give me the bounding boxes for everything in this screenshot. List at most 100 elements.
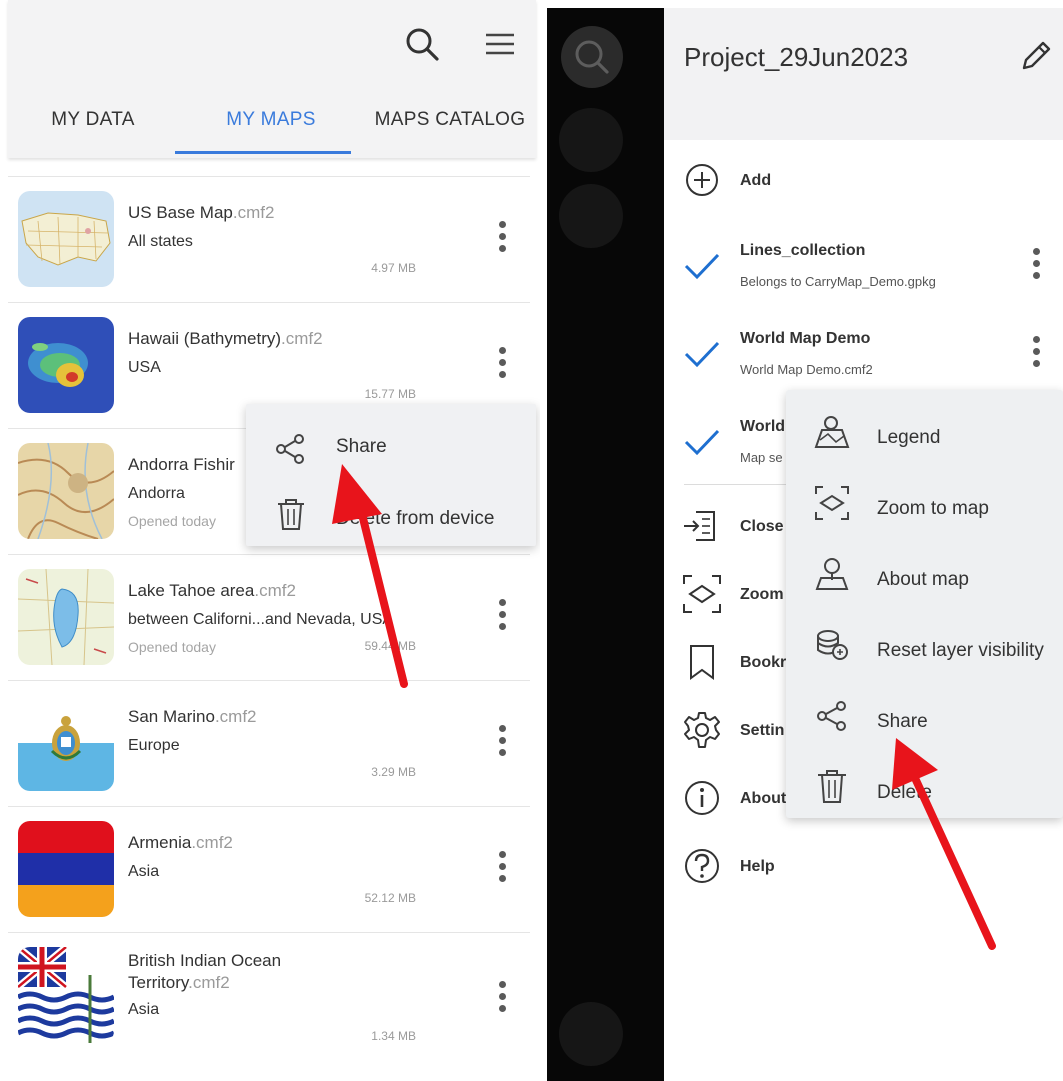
map-description: Asia — [128, 1001, 160, 1018]
zoom-to-map-icon — [683, 575, 721, 613]
more-icon[interactable] — [559, 1002, 623, 1066]
map-thumbnail — [18, 569, 114, 665]
layer-source: Map se — [740, 450, 783, 465]
tab-my-data[interactable]: MY DATA — [8, 92, 178, 152]
more-options-icon[interactable] — [1026, 248, 1046, 284]
about-map-menu-item[interactable]: About map — [786, 538, 1063, 609]
menu-label: Zoom to map — [877, 498, 989, 519]
info-icon — [685, 781, 719, 815]
menu-label: About — [740, 790, 787, 807]
more-options-icon[interactable] — [492, 981, 512, 1017]
menu-label: Legend — [877, 427, 941, 448]
more-options-icon[interactable] — [492, 725, 512, 761]
map-thumbnail — [18, 317, 114, 413]
menu-label: Bookr — [740, 654, 787, 671]
map-description: Europe — [128, 737, 180, 754]
list-item[interactable]: Lake Tahoe area.cmf2 between Californi..… — [8, 554, 530, 680]
more-options-icon[interactable] — [492, 851, 512, 887]
share-icon — [817, 701, 846, 731]
legend-icon — [814, 416, 850, 448]
map-thumbnail — [18, 191, 114, 287]
list-item[interactable]: British Indian Ocean Territory.cmf2 Asia… — [8, 932, 530, 1062]
legend-menu-item[interactable]: Legend — [786, 396, 1063, 467]
search-icon — [575, 40, 609, 74]
menu-label: Close — [740, 518, 784, 535]
map-title: Territory.cmf2 — [128, 973, 230, 992]
trash-icon — [818, 770, 846, 803]
hiking-icon[interactable] — [559, 108, 623, 172]
zoom-to-map-icon — [815, 486, 849, 520]
map-list: US Base Map.cmf2 All states 4.97 MB Hawa… — [8, 176, 530, 1062]
more-options-icon[interactable] — [492, 221, 512, 257]
map-size: 1.34 MB — [371, 1029, 416, 1043]
close-map-icon — [684, 511, 715, 541]
layer-name: Lines_collection — [740, 242, 866, 259]
layer-options-popup: Legend Zoom to map About map Reset layer… — [786, 390, 1063, 818]
layer-name: World Map Demo — [740, 330, 871, 347]
map-size: 3.29 MB — [371, 765, 416, 779]
map-options-popup: Share Delete from device — [246, 404, 536, 546]
layer-name: World — [740, 418, 786, 435]
flag-armenia — [18, 821, 114, 917]
layer-source: World Map Demo.cmf2 — [740, 362, 873, 377]
more-options-icon[interactable] — [1026, 336, 1046, 372]
menu-label: Zoom — [740, 586, 784, 603]
menu-label: Help — [740, 858, 775, 875]
tab-bar: MY DATA MY MAPS MAPS CATALOG — [8, 92, 536, 152]
share-label: Share — [336, 436, 387, 457]
delete-menu-item[interactable]: Delete — [786, 751, 1063, 818]
map-thumbnail — [18, 443, 114, 539]
add-layer-button[interactable]: Add — [664, 158, 1063, 202]
image-divider — [540, 0, 547, 1081]
more-options-icon[interactable] — [492, 599, 512, 635]
trash-icon — [278, 499, 304, 530]
layer-row[interactable]: Lines_collection Belongs to CarryMap_Dem… — [664, 238, 1063, 298]
checkmark-icon[interactable] — [682, 334, 722, 374]
add-label: Add — [740, 172, 772, 189]
reset-layer-visibility-menu-item[interactable]: Reset layer visibility — [786, 609, 1063, 680]
menu-item-help[interactable]: Help — [664, 844, 1063, 888]
map-view-overlay — [547, 8, 664, 1081]
add-circle-icon — [686, 164, 718, 196]
menu-label: Reset layer visibility — [877, 640, 1044, 661]
share-menu-item[interactable]: Share — [786, 680, 1063, 751]
map-size: 52.12 MB — [364, 891, 416, 905]
layer-row[interactable]: World Map Demo World Map Demo.cmf2 — [664, 326, 1063, 386]
zoom-to-map-menu-item[interactable]: Zoom to map — [786, 467, 1063, 538]
map-description: All states — [128, 233, 193, 250]
list-item[interactable]: Armenia.cmf2 Asia 52.12 MB — [8, 806, 530, 932]
map-description: between Californi...and Nevada, USA — [128, 611, 394, 628]
map-title: Lake Tahoe area.cmf2 — [128, 581, 296, 600]
hamburger-menu-icon[interactable] — [480, 24, 520, 64]
tab-my-maps[interactable]: MY MAPS — [183, 92, 359, 152]
map-title: US Base Map.cmf2 — [128, 203, 275, 222]
map-description: Asia — [128, 863, 160, 880]
tab-maps-catalog[interactable]: MAPS CATALOG — [364, 92, 536, 152]
list-item[interactable]: US Base Map.cmf2 All states 4.97 MB — [8, 176, 530, 302]
drawer-header: Project_29Jun2023 — [664, 8, 1063, 140]
delete-from-device-menu-item[interactable]: Delete from device — [246, 482, 536, 546]
search-icon[interactable] — [402, 24, 442, 64]
layers-icon — [817, 630, 848, 660]
menu-label: Delete — [877, 782, 932, 803]
add-place-icon[interactable] — [559, 184, 623, 248]
active-tab-indicator — [175, 151, 351, 154]
map-search-button[interactable] — [561, 26, 623, 88]
map-size: 59.44 MB — [364, 639, 416, 653]
checkmark-icon[interactable] — [682, 246, 722, 286]
bookmark-icon — [690, 645, 714, 680]
more-options-icon[interactable] — [492, 347, 512, 383]
map-description: Andorra — [128, 485, 185, 502]
pencil-edit-icon[interactable] — [1018, 38, 1054, 74]
menu-label: About map — [877, 569, 969, 590]
flag-san-marino — [18, 695, 114, 791]
map-size: 15.77 MB — [364, 387, 416, 401]
list-item[interactable]: San Marino.cmf2 Europe 3.29 MB — [8, 680, 530, 806]
checkmark-icon[interactable] — [682, 422, 722, 462]
map-title: San Marino.cmf2 — [128, 707, 257, 726]
help-icon — [685, 849, 719, 883]
opened-status: Opened today — [128, 513, 216, 529]
menu-label: Share — [877, 711, 928, 732]
map-title: Armenia.cmf2 — [128, 833, 233, 852]
share-menu-item[interactable]: Share — [246, 412, 536, 476]
